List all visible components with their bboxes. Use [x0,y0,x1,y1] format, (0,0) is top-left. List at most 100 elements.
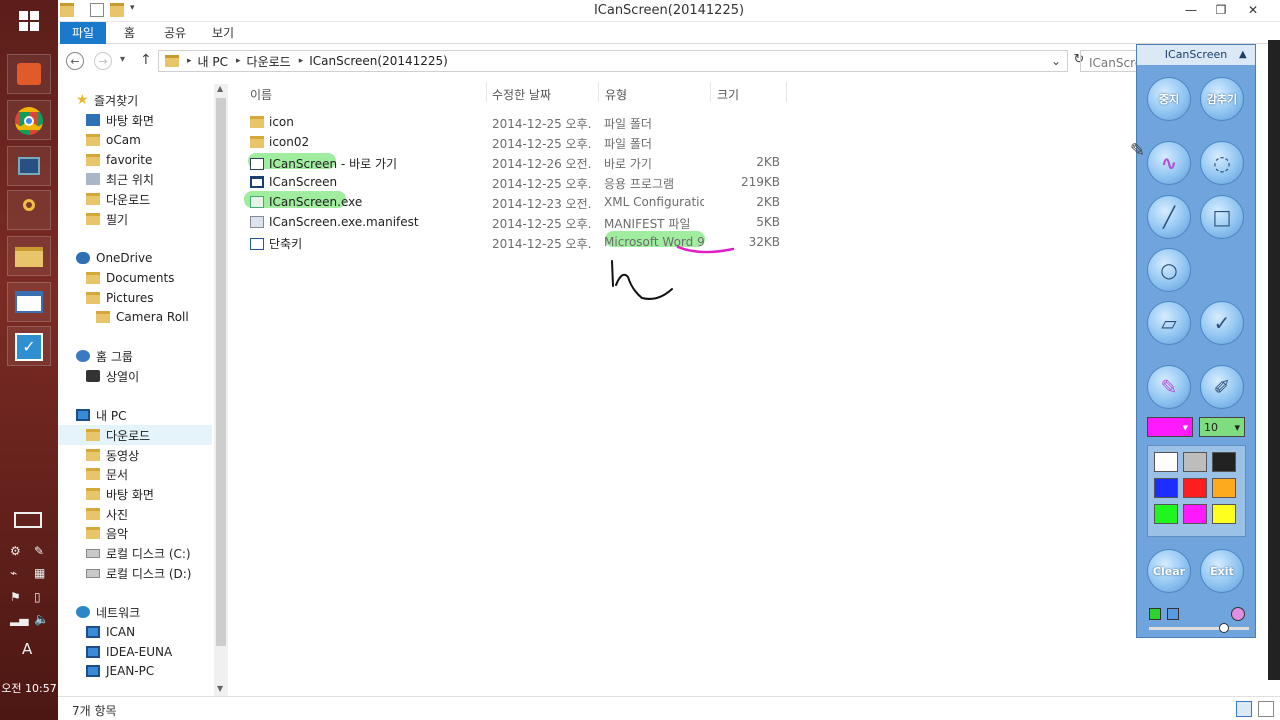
nav-onedrive[interactable]: OneDrive [76,248,152,268]
tray-network-icon[interactable]: ⌁ [10,566,17,580]
taskbar-app-chrome-icon[interactable] [7,100,51,140]
nav-downloads-favorite[interactable]: 다운로드 [86,189,150,209]
nav-camera-roll[interactable]: Camera Roll [96,307,189,327]
restore-button[interactable]: ❐ [1206,0,1236,20]
rectangle-tool[interactable]: □ [1200,195,1244,239]
color-swatch-gray[interactable] [1183,452,1207,472]
on-screen-keyboard-icon[interactable] [14,512,42,528]
taskbar-clock[interactable]: 오전 10:57 [0,680,58,696]
nav-pictures[interactable]: Pictures [86,288,154,308]
start-button[interactable] [4,0,54,42]
color-swatch-red[interactable] [1183,478,1207,498]
nav-scrollbar-thumb[interactable] [216,98,226,646]
nav-ocam[interactable]: oCam [86,130,141,150]
scroll-up-arrow[interactable]: ▲ [217,84,223,93]
hide-button[interactable]: 감추기 [1200,77,1244,121]
nav-favorite[interactable]: favorite [86,150,152,170]
pen-tool[interactable]: ✐ [1200,365,1244,409]
color-swatch-green[interactable] [1154,504,1178,524]
collapse-toolbar-icon[interactable]: ▲ [1239,49,1247,60]
nav-downloads[interactable]: 다운로드 [58,425,212,445]
tab-file[interactable]: 파일 [60,22,107,44]
color-swatch-magenta[interactable] [1183,504,1207,524]
exit-button[interactable]: Exit [1200,549,1244,593]
nav-desktop[interactable]: 바탕 화면 [86,110,154,130]
close-button[interactable]: ✕ [1238,0,1268,20]
color-swatch-white[interactable] [1154,452,1178,472]
blue-mode-icon[interactable] [1167,608,1179,620]
nav-recent-places[interactable]: 최근 위치 [86,169,154,189]
color-swatch-orange[interactable] [1212,478,1236,498]
minimize-button[interactable]: — [1176,0,1206,20]
selective-eraser-tool[interactable]: ✓ [1200,301,1244,345]
breadcrumb-separator[interactable]: ▸ [299,56,304,66]
address-dropdown-button[interactable]: ⌄ [1051,54,1061,68]
nav-documents-pc[interactable]: 문서 [86,464,128,484]
forward-button[interactable]: → [94,52,112,70]
taskbar-app-key-icon[interactable] [7,190,51,230]
nav-network-ican[interactable]: ICAN [86,622,135,642]
tray-settings-icon[interactable]: ⚙ [10,544,21,558]
tray-volume-icon[interactable]: 🔈 [34,612,49,626]
icanscreen-toolbar[interactable]: ICanScreen ▲ 중지 감추기 ∿ ◌ ╱ □ ○ ▱ ✓ ✎ ✐ ▾ … [1136,44,1256,638]
nav-label: 다운로드 [106,192,151,207]
opacity-indicator-icon[interactable] [1231,607,1245,621]
scroll-down-arrow[interactable]: ▼ [217,684,223,693]
nav-favorites[interactable]: ★ 즐겨찾기 [76,90,138,110]
current-color-dropdown[interactable]: ▾ [1147,417,1193,437]
nav-notes[interactable]: 필기 [86,209,128,229]
nav-music[interactable]: 음악 [86,523,128,543]
color-swatch-yellow[interactable] [1212,504,1236,524]
large-icons-view-icon[interactable] [1258,701,1274,717]
breadcrumb-separator[interactable]: ▸ [187,56,192,66]
tray-flag-icon[interactable]: ⚑ [10,590,21,604]
lasso-tool[interactable]: ◌ [1200,141,1244,185]
color-swatch-blue[interactable] [1154,478,1178,498]
ime-indicator[interactable]: A [22,640,32,658]
tab-view[interactable]: 보기 [200,22,246,44]
taskbar-app-ocam-icon[interactable] [7,54,51,94]
clear-button[interactable]: Clear [1147,549,1191,593]
stop-button[interactable]: 중지 [1147,77,1191,121]
color-swatch-black[interactable] [1212,452,1236,472]
highlighter-tool[interactable]: ✎ [1147,365,1191,409]
taskbar-app-media-icon[interactable] [7,146,51,186]
breadcrumb-this-pc[interactable]: 내 PC [198,53,228,70]
tab-share[interactable]: 공유 [152,22,198,44]
tray-battery-icon[interactable]: ▯ [34,590,41,604]
taskbar-app-explorer-icon[interactable] [7,236,51,276]
tray-signal-icon[interactable]: ▂▄ [10,612,28,626]
opacity-slider-handle[interactable] [1219,623,1229,633]
nav-network-jean-pc[interactable]: JEAN-PC [86,661,154,681]
nav-this-pc[interactable]: 내 PC [76,405,126,425]
details-view-icon[interactable] [1236,701,1252,717]
opacity-slider[interactable] [1149,627,1249,630]
eraser-tool[interactable]: ▱ [1147,301,1191,345]
nav-desktop-pc[interactable]: 바탕 화면 [86,484,154,504]
nav-pictures-pc[interactable]: 사진 [86,504,128,524]
line-tool[interactable]: ╱ [1147,195,1191,239]
breadcrumb-separator[interactable]: ▸ [236,56,241,66]
recent-locations-button[interactable]: ▾ [120,54,125,65]
taskbar-app-window-icon[interactable] [7,282,51,322]
nav-local-disk-d[interactable]: 로컬 디스크 (D:) [86,563,191,583]
breadcrumb-current-folder[interactable]: ICanScreen(20141225) [309,54,448,68]
breadcrumb-downloads[interactable]: 다운로드 [247,53,291,70]
tray-pen-icon[interactable]: ✎ [34,544,44,558]
nav-network[interactable]: 네트워크 [76,602,140,622]
tab-home[interactable]: 홈 [112,22,147,44]
taskbar-app-hangul-icon[interactable]: ✓ [7,326,51,366]
nav-videos[interactable]: 동영상 [86,445,139,465]
nav-homegroup-user[interactable]: 상열이 [86,366,139,386]
green-mode-icon[interactable] [1149,608,1161,620]
nav-homegroup[interactable]: 홈 그룹 [76,346,133,366]
back-button[interactable]: ← [66,52,84,70]
pen-size-dropdown[interactable]: 10 ▾ [1199,417,1245,437]
nav-local-disk-c[interactable]: 로컬 디스크 (C:) [86,543,191,563]
nav-documents[interactable]: Documents [86,268,174,288]
address-bar[interactable]: ▸ 내 PC ▸ 다운로드 ▸ ICanScreen(20141225) ⌄ [158,50,1068,72]
up-button[interactable]: ↑ [140,52,152,68]
tray-keyboard-icon[interactable]: ▦ [34,566,45,580]
nav-network-idea-euna[interactable]: IDEA-EUNA [86,642,172,662]
circle-tool[interactable]: ○ [1147,248,1191,292]
